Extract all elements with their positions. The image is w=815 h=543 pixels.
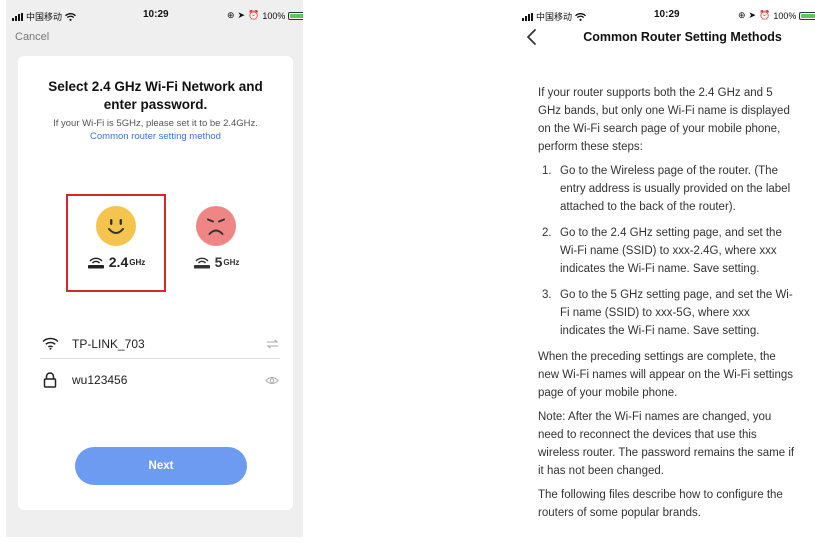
band-unit: GHz bbox=[129, 257, 146, 267]
wifi-status-icon bbox=[575, 12, 586, 21]
location-icon: ➤ bbox=[237, 10, 246, 20]
carrier-label: 中国移动 bbox=[26, 12, 63, 22]
band-number: 5 bbox=[214, 254, 223, 270]
step-number: 3. bbox=[542, 289, 552, 301]
step-text: Go to the 2.4 GHz setting page, and set … bbox=[560, 227, 782, 275]
smile-face-icon bbox=[96, 206, 136, 246]
battery-icon bbox=[799, 11, 815, 20]
status-right-group: ⊕ ➤ ⏰ 100% bbox=[738, 10, 815, 21]
list-item: 1. Go to the Wireless page of the router.… bbox=[538, 162, 796, 216]
wifi-password-field[interactable]: wu123456 bbox=[40, 365, 280, 395]
sad-face-icon bbox=[196, 206, 236, 246]
setup-title: Select 2.4 GHz Wi-Fi Network and enter p… bbox=[48, 79, 263, 112]
band-label-5: 5 GHz bbox=[176, 254, 256, 270]
wifi-ssid-field[interactable]: TP-LINK_703 bbox=[40, 329, 280, 359]
carrier-label: 中国移动 bbox=[536, 12, 573, 22]
signal-icon bbox=[12, 12, 23, 21]
router-icon bbox=[87, 257, 104, 269]
step-number: 2. bbox=[542, 227, 552, 239]
nav-bar: Common Router Setting Methods bbox=[516, 28, 815, 50]
after-steps-paragraph: When the preceding settings are complete… bbox=[538, 351, 793, 399]
alarm-icon: ⏰ bbox=[248, 10, 260, 20]
note-paragraph: Note: After the Wi-Fi names are changed,… bbox=[538, 411, 795, 477]
wifi-setup-screen: 中国移动 10:29 ⊕ ➤ ⏰ 100% Cancel Select 2.4 … bbox=[6, 0, 303, 537]
battery-percent: 100% bbox=[773, 10, 797, 21]
status-time: 10:29 bbox=[143, 9, 169, 20]
signal-group: 中国移动 bbox=[522, 10, 586, 23]
eye-icon[interactable] bbox=[264, 376, 280, 385]
switch-network-icon[interactable] bbox=[264, 338, 280, 349]
password-value[interactable]: wu123456 bbox=[72, 373, 264, 387]
band-option-5ghz[interactable]: 5 GHz bbox=[176, 196, 256, 286]
lock-icon bbox=[40, 372, 60, 388]
next-button[interactable]: Next bbox=[75, 447, 247, 485]
step-text: Go to the 5 GHz setting page, and set th… bbox=[560, 289, 793, 337]
list-item: 3. Go to the 5 GHz setting page, and set … bbox=[538, 286, 796, 340]
battery-percent: 100% bbox=[262, 10, 286, 21]
router-icon bbox=[193, 257, 210, 269]
list-item: 2. Go to the 2.4 GHz setting page, and se… bbox=[538, 224, 796, 278]
location-icon: ➤ bbox=[748, 10, 757, 20]
rotation-lock-icon: ⊕ bbox=[227, 10, 235, 20]
band-number: 2.4 bbox=[108, 254, 129, 270]
alarm-icon: ⏰ bbox=[759, 10, 771, 20]
band-unit: GHz bbox=[223, 257, 240, 267]
step-number: 1. bbox=[542, 165, 552, 177]
band-option-2-4ghz[interactable]: 2.4 GHz bbox=[66, 194, 166, 292]
signal-group: 中国移动 bbox=[12, 10, 76, 23]
band-label-2-4: 2.4 GHz bbox=[68, 254, 164, 270]
step-text: Go to the Wireless page of the router. (… bbox=[560, 165, 791, 213]
steps-list: 1. Go to the Wireless page of the router.… bbox=[538, 162, 796, 340]
battery-icon bbox=[288, 11, 303, 20]
rotation-lock-icon: ⊕ bbox=[738, 10, 746, 20]
setup-subtitle: If your Wi-Fi is 5GHz, please set it to … bbox=[53, 118, 258, 129]
wifi-status-icon bbox=[65, 12, 76, 21]
ssid-value[interactable]: TP-LINK_703 bbox=[72, 337, 264, 351]
cancel-button[interactable]: Cancel bbox=[15, 31, 49, 43]
signal-icon bbox=[522, 12, 533, 21]
status-right-group: ⊕ ➤ ⏰ 100% bbox=[227, 10, 303, 21]
page-title: Common Router Setting Methods bbox=[583, 30, 782, 44]
status-bar: 中国移动 10:29 ⊕ ➤ ⏰ 100% bbox=[516, 0, 815, 30]
footer-paragraph: The following files describe how to conf… bbox=[538, 489, 783, 519]
status-time: 10:29 bbox=[654, 9, 680, 20]
wifi-icon bbox=[40, 337, 60, 350]
help-article: If your router supports both the 2.4 GHz… bbox=[538, 84, 796, 528]
router-setting-link[interactable]: Common router setting method bbox=[18, 131, 293, 142]
status-bar: 中国移动 10:29 ⊕ ➤ ⏰ 100% bbox=[6, 0, 303, 30]
intro-paragraph: If your router supports both the 2.4 GHz… bbox=[538, 87, 790, 153]
setup-card: Select 2.4 GHz Wi-Fi Network and enter p… bbox=[18, 56, 293, 510]
router-help-screen: 中国移动 10:29 ⊕ ➤ ⏰ 100% Common Router Sett… bbox=[516, 0, 815, 543]
